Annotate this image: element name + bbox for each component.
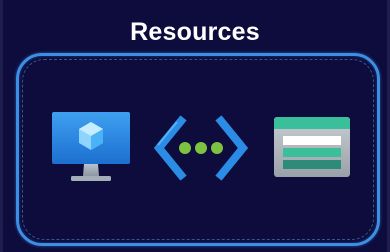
virtual-machine-icon — [52, 112, 130, 181]
virtual-network-icon — [153, 115, 249, 181]
storage-account-icon — [274, 117, 350, 177]
canvas: Resources — [0, 0, 390, 252]
section-title: Resources — [130, 18, 260, 46]
